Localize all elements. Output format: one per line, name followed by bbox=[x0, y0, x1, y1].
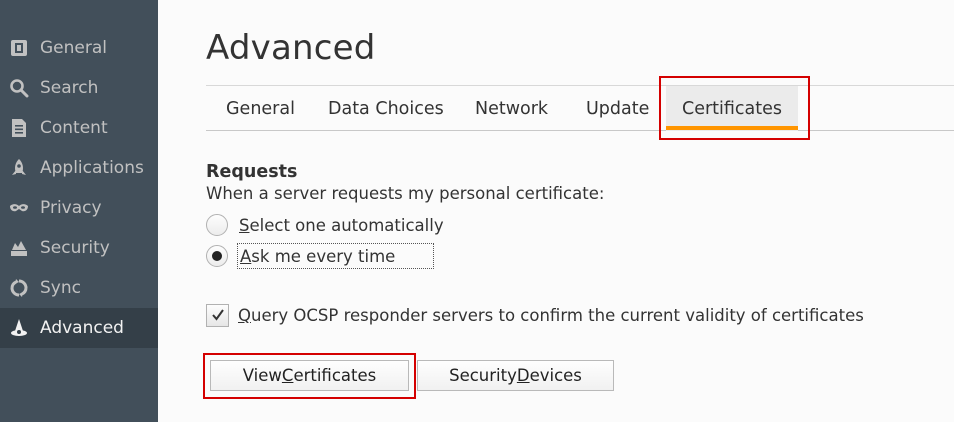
security-icon bbox=[9, 238, 29, 258]
sidebar-item-label: Privacy bbox=[40, 198, 102, 218]
button-highlight-box bbox=[203, 353, 416, 399]
sidebar-item-general[interactable]: General bbox=[0, 28, 158, 68]
advanced-icon bbox=[9, 318, 29, 338]
ocsp-checkbox-label: Query OCSP responder servers to confirm … bbox=[238, 305, 864, 325]
radio-button[interactable] bbox=[206, 245, 228, 267]
tab-general[interactable]: General bbox=[226, 86, 295, 131]
checkmark-icon bbox=[211, 309, 224, 321]
sidebar-item-label: Sync bbox=[40, 278, 81, 298]
sidebar-item-label: Content bbox=[40, 118, 108, 138]
tab-network[interactable]: Network bbox=[475, 86, 548, 131]
applications-icon bbox=[9, 158, 29, 178]
ocsp-checkbox[interactable] bbox=[206, 303, 229, 327]
requests-description: When a server requests my personal certi… bbox=[206, 184, 605, 203]
security-devices-button[interactable]: Security Devices bbox=[417, 360, 614, 391]
search-icon bbox=[9, 78, 29, 98]
sidebar-item-advanced[interactable]: Advanced bbox=[0, 308, 158, 348]
sidebar-item-label: Applications bbox=[40, 158, 144, 178]
privacy-mask-icon bbox=[9, 198, 29, 218]
general-icon bbox=[9, 38, 29, 58]
sidebar-item-sync[interactable]: Sync bbox=[0, 268, 158, 308]
sidebar-item-search[interactable]: Search bbox=[0, 68, 158, 108]
radio-label: Select one automatically bbox=[239, 215, 444, 235]
tab-highlight-box bbox=[659, 76, 810, 140]
sidebar-item-label: Search bbox=[40, 78, 99, 98]
sidebar-item-label: Advanced bbox=[40, 318, 124, 338]
sidebar-item-security[interactable]: Security bbox=[0, 228, 158, 268]
radio-ask-every-time[interactable]: Ask me every time bbox=[206, 243, 434, 269]
sidebar-item-content[interactable]: Content bbox=[0, 108, 158, 148]
tab-update[interactable]: Update bbox=[586, 86, 649, 131]
sidebar-item-label: General bbox=[40, 38, 107, 58]
radio-selected-dot bbox=[212, 251, 222, 261]
radio-select-automatically[interactable]: Select one automatically bbox=[206, 212, 446, 238]
radio-label: Ask me every time bbox=[237, 243, 434, 269]
sync-icon bbox=[9, 278, 29, 298]
ocsp-checkbox-row[interactable]: Query OCSP responder servers to confirm … bbox=[206, 302, 864, 328]
sidebar-item-applications[interactable]: Applications bbox=[0, 148, 158, 188]
sidebar: General Search Content Applications Priv… bbox=[0, 0, 158, 422]
radio-button[interactable] bbox=[206, 214, 228, 236]
content-icon bbox=[9, 118, 29, 138]
sidebar-item-label: Security bbox=[40, 238, 110, 258]
tab-data-choices[interactable]: Data Choices bbox=[328, 86, 444, 131]
tab-bar: General Data Choices Network Update Cert… bbox=[206, 85, 954, 131]
page-title: Advanced bbox=[206, 28, 376, 68]
requests-heading: Requests bbox=[206, 162, 298, 182]
sidebar-item-privacy[interactable]: Privacy bbox=[0, 188, 158, 228]
